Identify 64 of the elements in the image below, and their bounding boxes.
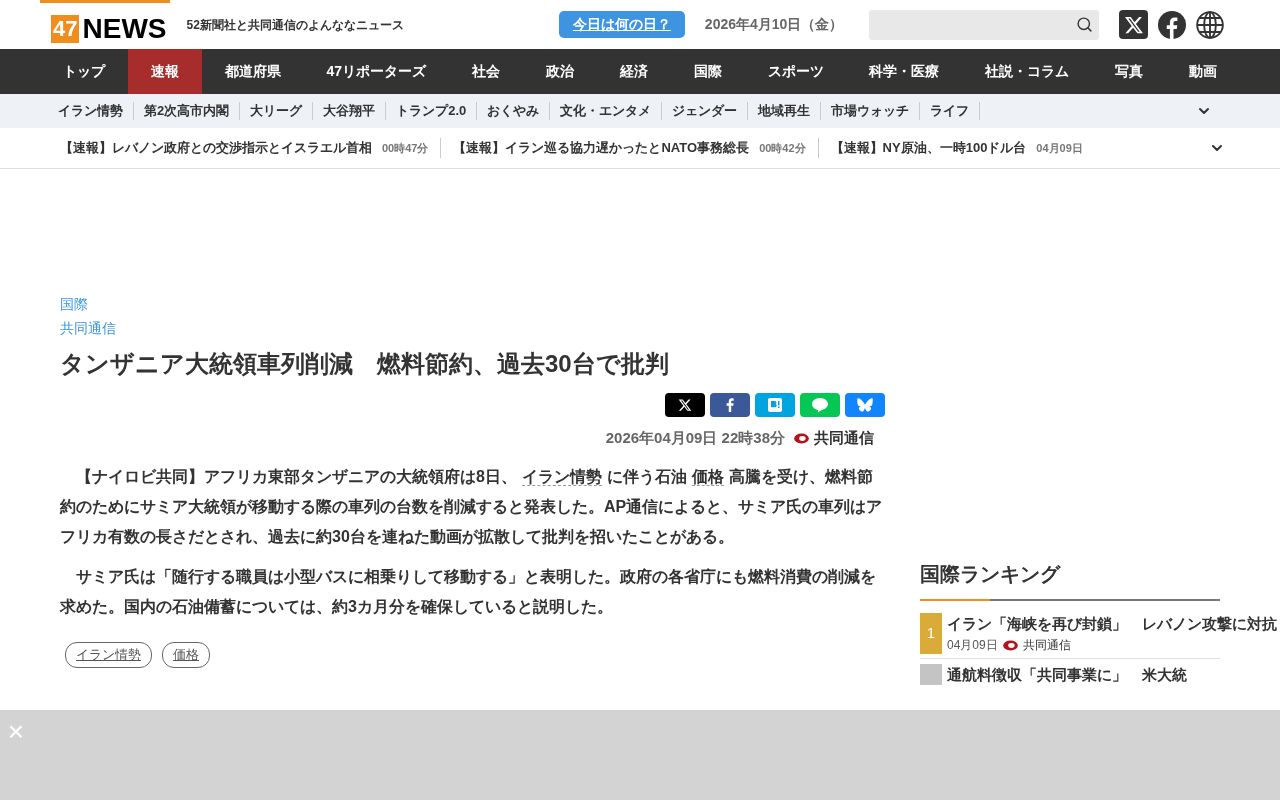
site-tagline: 52新聞社と共同通信のよんななニュース [186, 16, 404, 34]
source-name: 共同通信 [814, 428, 874, 448]
news-time: 00時47分 [382, 140, 429, 156]
topic-link[interactable]: 大谷翔平 [313, 102, 387, 120]
topic-link[interactable]: 市場ウォッチ [821, 102, 921, 120]
keyword-link[interactable]: 価格 [691, 467, 724, 486]
ranking-headline[interactable]: 通航料徴収「共同事業に」 米大統 [947, 664, 1187, 685]
topic-link[interactable]: おくやみ [477, 102, 551, 120]
topic-link[interactable]: 第2次高市内閣 [134, 102, 241, 120]
nav-tab[interactable]: 国際 [670, 49, 745, 94]
topic-link[interactable]: ライフ [920, 102, 981, 120]
nav-tab[interactable]: 動画 [1166, 49, 1240, 94]
nav-tab[interactable]: 社説・コラム [962, 49, 1093, 94]
ranking-title: 国際ランキング [920, 562, 1062, 587]
nav-tab[interactable]: 都道府県 [201, 49, 304, 94]
search-icon[interactable] [1076, 16, 1094, 33]
facebook-share-button[interactable] [710, 393, 750, 417]
keyword-link[interactable]: イラン情勢 [521, 467, 602, 486]
butterfly-icon [857, 398, 873, 412]
topic-link[interactable]: 大リーグ [240, 102, 314, 120]
nav-tab[interactable]: 47リポーターズ [303, 49, 450, 94]
source-logo-icon [1001, 639, 1019, 651]
facebook-f-icon [726, 398, 734, 412]
chat-bubble-icon [811, 397, 829, 413]
article-datetime: 2026年04月09日 22時38分 [605, 428, 785, 448]
bookmark-icon [768, 398, 782, 412]
bluesky-share-button[interactable] [845, 393, 885, 417]
topic-link[interactable]: トランプ2.0 [386, 102, 478, 120]
nav-tab[interactable]: 政治 [522, 49, 597, 94]
bookmark-share-button[interactable] [755, 393, 795, 417]
nav-tab[interactable]: 経済 [596, 49, 671, 94]
topic-link[interactable]: イラン情勢 [48, 102, 134, 120]
nav-tab[interactable]: 科学・医療 [846, 49, 963, 94]
nav-tab[interactable]: トップ [40, 49, 128, 94]
topic-link[interactable]: ジェンダー [662, 102, 749, 120]
ranking-headline[interactable]: イラン「海峡を再び封鎖」 レバノン攻撃に対抗 [947, 613, 1277, 634]
source-logo-icon [793, 432, 810, 444]
news-time: 00時42分 [759, 140, 806, 156]
source-name: 共同通信 [1022, 637, 1071, 654]
topic-link[interactable]: 地域再生 [748, 102, 822, 120]
article-title: タンザニア大統領車列削減 燃料節約、過去30台で批判 [60, 349, 670, 379]
article-paragraph: 【ナイロビ共同】アフリカ東部タンザニアの大統領府は8日、 イラン情勢 に伴う石油 価格 高騰を受け、燃料節約のためにサミア大統領が移動する際の車列の台数を削減すると発表した。AP通信によると、サミア氏の車列はアフリカ有数の長さだとされ、過去に約30台を連ねた動画が拡散して批判を招いたことがある。 [60, 466, 884, 547]
tag-link[interactable]: イラン情勢 [65, 641, 152, 668]
x-logo-icon[interactable] [678, 398, 692, 412]
nav-tab[interactable]: 写真 [1092, 49, 1167, 94]
ranking-date: 04月09日 [947, 637, 998, 654]
news-time: 04月09日 [1036, 140, 1083, 156]
tag-link[interactable]: 価格 [162, 641, 210, 668]
x-link[interactable] [1119, 10, 1149, 39]
x-share-button[interactable] [665, 393, 705, 417]
x-logo-icon[interactable] [1123, 14, 1144, 35]
search-field[interactable] [869, 9, 1100, 40]
breaking-news-link[interactable]: 【速報】NY原油、一時100ドル台 [830, 138, 1027, 158]
rank-marker: 1 [920, 613, 942, 654]
breaking-news-link[interactable]: 【速報】イラン巡る協力遅かったとNATO事務総長 [453, 138, 750, 158]
article-paragraph: サミア氏は「随行する職員は小型バスに相乗りして移動する」と表明した。政府の各省庁にも燃料消費の削減を求めた。国内の石油備蓄については、約3カ月分を確保していると説明した。 [60, 566, 877, 617]
nav-tab[interactable]: スポーツ [744, 49, 847, 94]
breaking-news-link[interactable]: 【速報】レバノン政府との交渉指示とイスラエル首相 [60, 138, 372, 158]
globe-icon[interactable] [1196, 10, 1225, 39]
nav-tab[interactable]: 社会 [449, 49, 523, 94]
nav-tab[interactable]: 速報 [127, 49, 202, 94]
facebook-icon[interactable] [1158, 10, 1187, 39]
topic-link[interactable]: 文化・エンタメ [550, 102, 663, 120]
current-date: 2026年4月10日（金） [704, 15, 844, 34]
